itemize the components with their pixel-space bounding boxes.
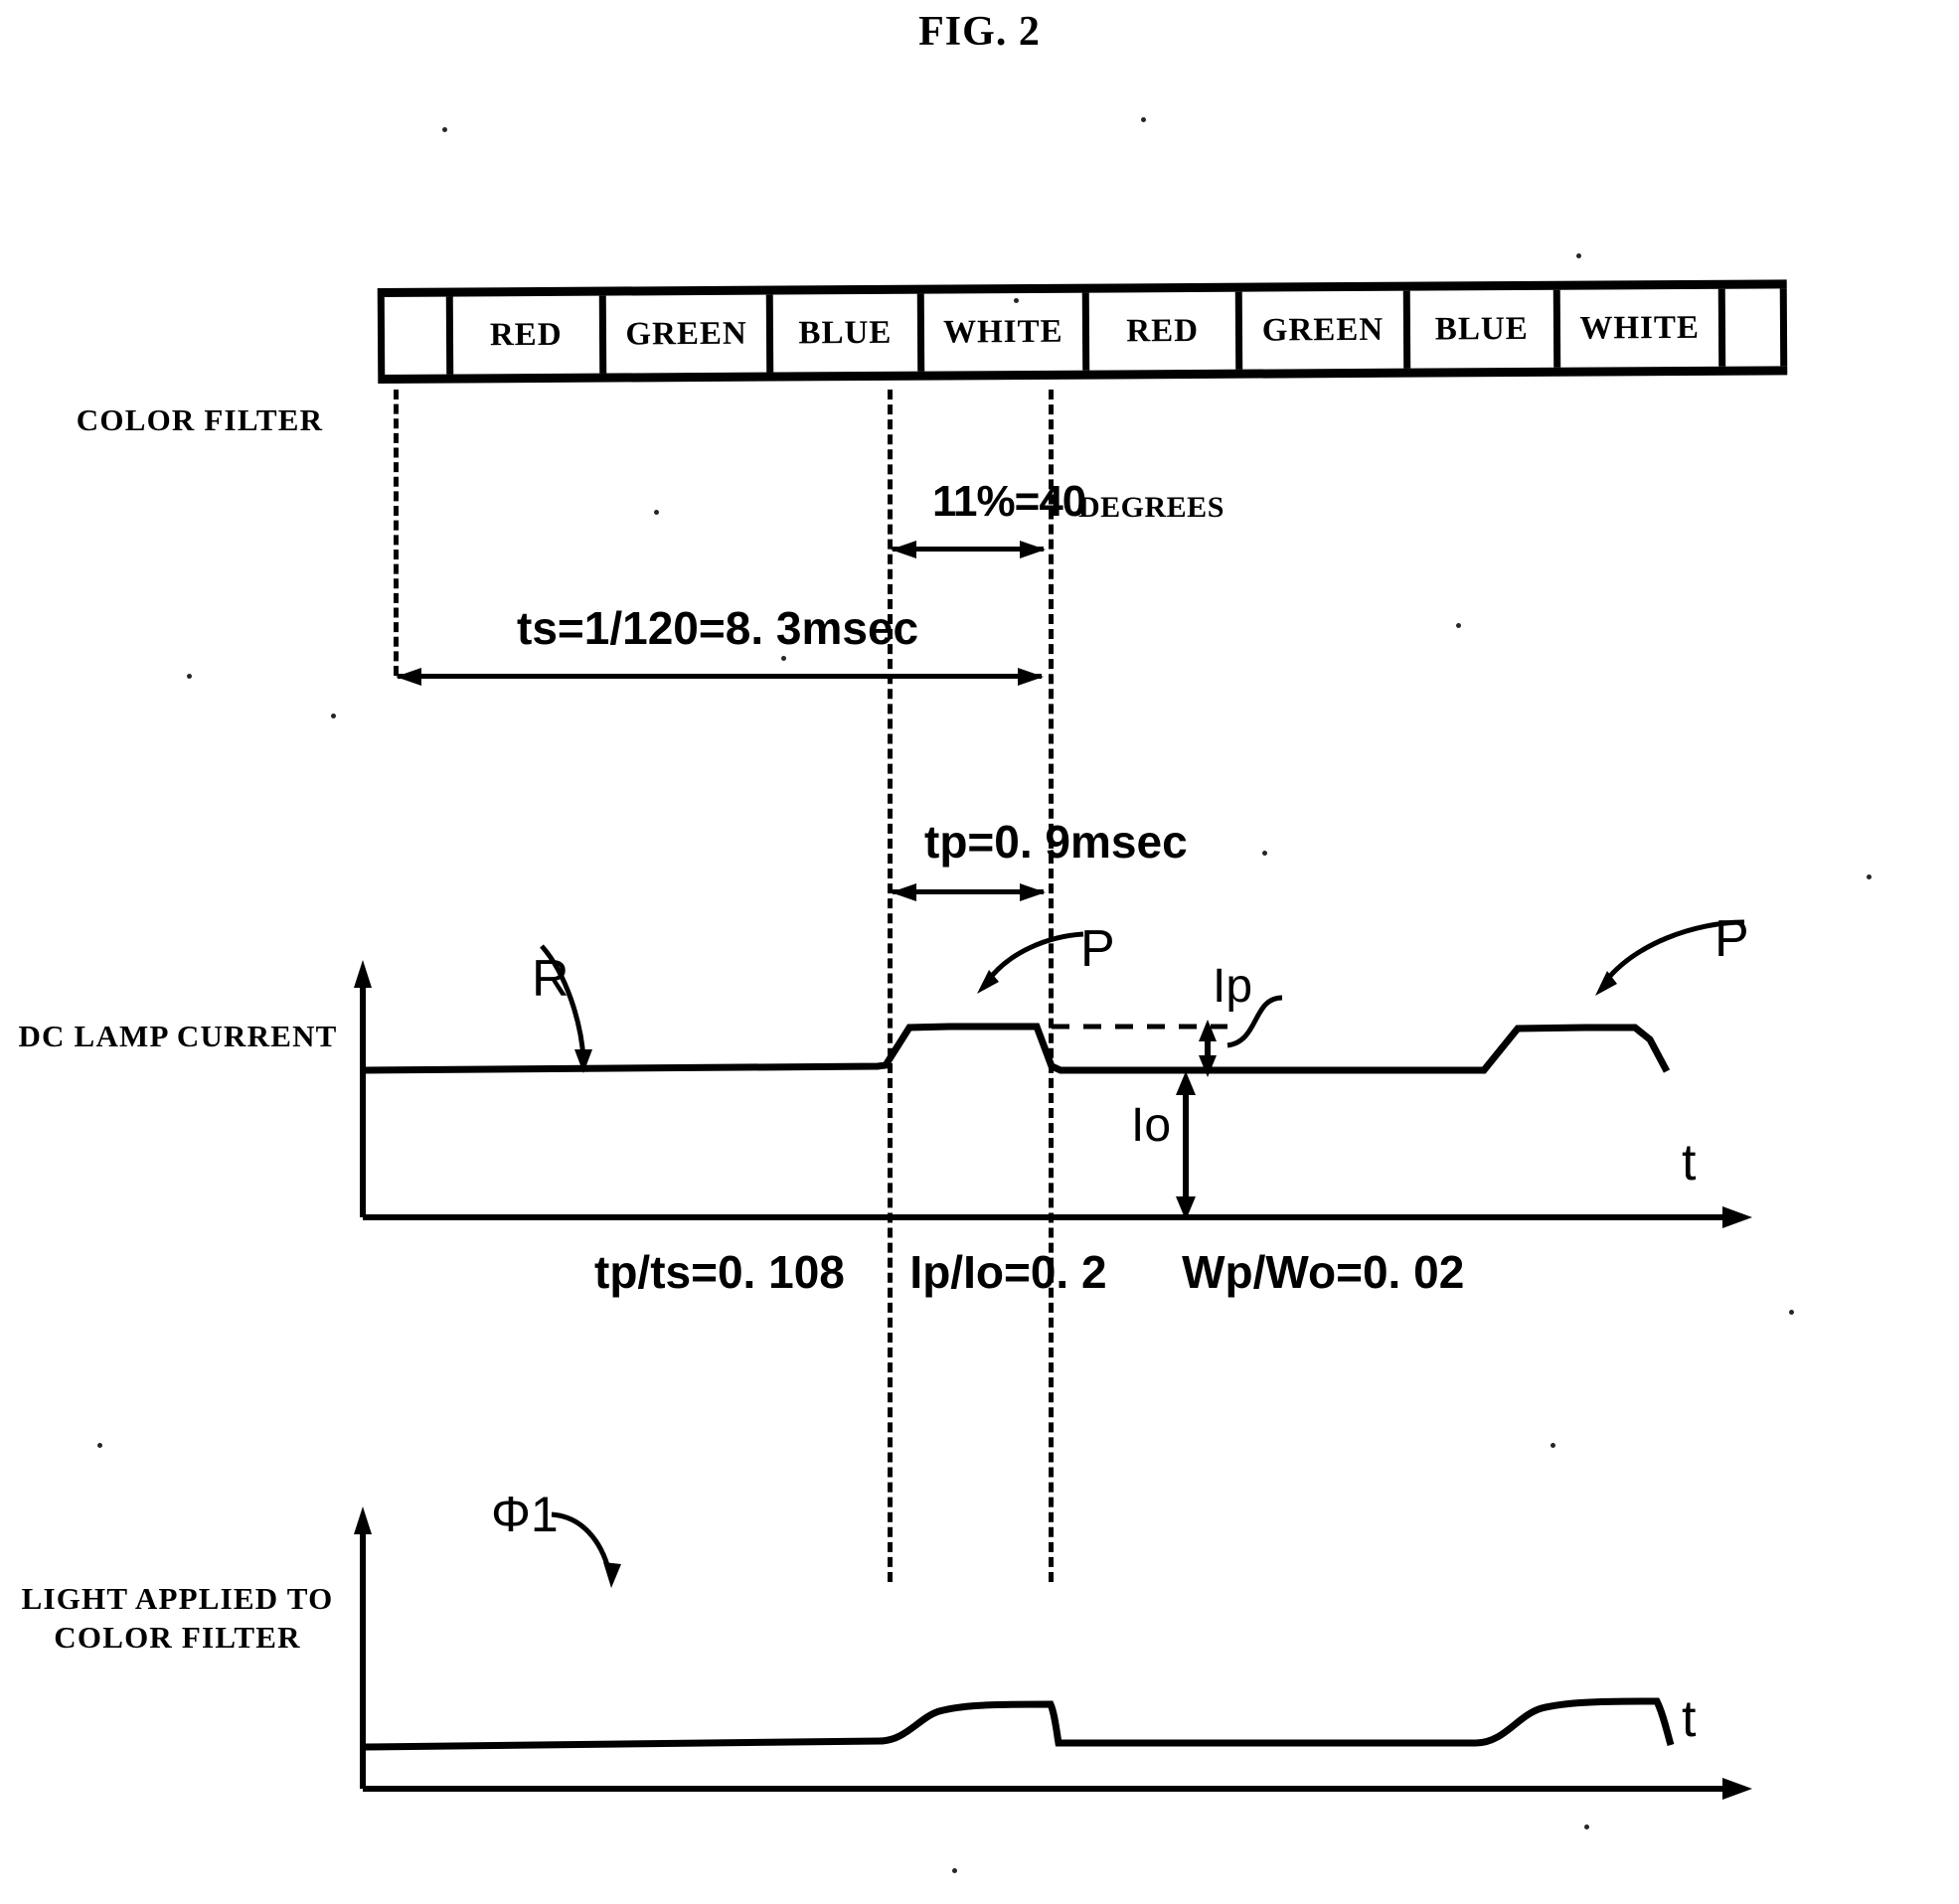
annotation-ratios: tp/ts=0. 108 Ip/Io=0. 2 Wp/Wo=0. 02 (594, 1245, 1464, 1299)
scan-speck (1262, 851, 1267, 856)
x-axis-dc (363, 1206, 1752, 1228)
callout-label-Ip: Ip (1213, 960, 1253, 1013)
filter-cell-red-1: RED (445, 295, 600, 375)
annotation-tp: tp=0. 9msec (924, 816, 1188, 868)
scan-speck (1576, 253, 1581, 258)
filter-cell-label: RED (489, 316, 563, 353)
scan-speck (1551, 1443, 1555, 1448)
scan-speck (97, 1443, 102, 1448)
scan-speck (781, 656, 786, 661)
y-axis-dc (354, 960, 372, 1217)
callout-label-P-second: P (1714, 910, 1749, 968)
annotation-pulse-percent: 11%=40 (932, 477, 1086, 526)
filter-cell-label: WHITE (1579, 309, 1701, 347)
color-filter-band: RED GREEN BLUE WHITE RED GREEN BLUE WHIT… (377, 279, 1788, 384)
figure-title: FIG. 2 (918, 9, 1041, 55)
x-axis-light (363, 1778, 1752, 1800)
filter-cell-white-1: WHITE (916, 292, 1083, 372)
filter-cell-green-2: GREEN (1235, 290, 1403, 370)
filter-cell-blue-1: BLUE (765, 293, 917, 373)
row-label-color-filter: COLOR FILTER (76, 402, 324, 437)
annotation-degrees: DEGREES (1078, 491, 1224, 524)
annotation-ts: ts=1/120=8. 3msec (517, 602, 919, 654)
dimension-arrow-tp (891, 883, 1046, 901)
callout-label-phi1: Φ1 (491, 1487, 559, 1542)
callout-label-P-first: P (1080, 920, 1115, 978)
filter-cell-green-1: GREEN (598, 294, 767, 374)
row-label-light-applied: LIGHT APPLIED TO COLOR FILTER (21, 1581, 334, 1655)
scan-speck (1867, 874, 1872, 879)
filter-cell-label: BLUE (798, 314, 893, 351)
callout-label-Io: Io (1131, 1099, 1172, 1152)
scan-speck (442, 127, 447, 132)
filter-cell-label: BLUE (1434, 310, 1529, 348)
io-dimension-arrow (1176, 1071, 1196, 1220)
filter-cell-edge-right (1718, 288, 1788, 367)
filter-cell-white-2: WHITE (1552, 288, 1719, 368)
scan-speck (187, 674, 192, 679)
ratio-wp-wo: Wp/Wo=0. 02 (1182, 1246, 1465, 1298)
scan-speck (1014, 298, 1019, 303)
callout-label-R: R (532, 950, 570, 1008)
scan-speck (1456, 623, 1461, 628)
ratio-ip-io: Ip/Io=0. 2 (909, 1246, 1107, 1298)
dimension-arrow-ts (396, 668, 1044, 686)
axis-label-t-dc: t (1682, 1134, 1697, 1191)
filter-cell-label: RED (1126, 312, 1200, 349)
scan-speck (952, 1868, 957, 1873)
guide-line-segment-start (394, 390, 399, 676)
scan-speck (1584, 1825, 1589, 1829)
dc-current-waveform (364, 1023, 1671, 1074)
row-label-dc-lamp-current: DC LAMP CURRENT (18, 1019, 338, 1053)
ratio-tp-ts: tp/ts=0. 108 (594, 1246, 845, 1298)
leader-phi1 (551, 1511, 621, 1588)
light-applied-plot (353, 1501, 1764, 1800)
filter-cell-label: GREEN (625, 315, 747, 352)
scan-speck (1141, 117, 1146, 122)
scan-speck (1789, 1310, 1794, 1315)
dimension-arrow-pulse-width-percent (891, 541, 1046, 558)
scan-speck (331, 714, 336, 718)
light-flux-waveform (364, 1697, 1675, 1751)
filter-cell-blue-2: BLUE (1402, 289, 1554, 369)
axis-label-t-light: t (1682, 1690, 1697, 1748)
filter-cell-edge-left (377, 296, 446, 375)
filter-cell-label: GREEN (1261, 311, 1385, 349)
filter-cell-red-2: RED (1081, 291, 1236, 371)
leader-P-first (977, 931, 1084, 994)
filter-cell-label: WHITE (942, 313, 1063, 351)
scan-speck (654, 510, 659, 515)
